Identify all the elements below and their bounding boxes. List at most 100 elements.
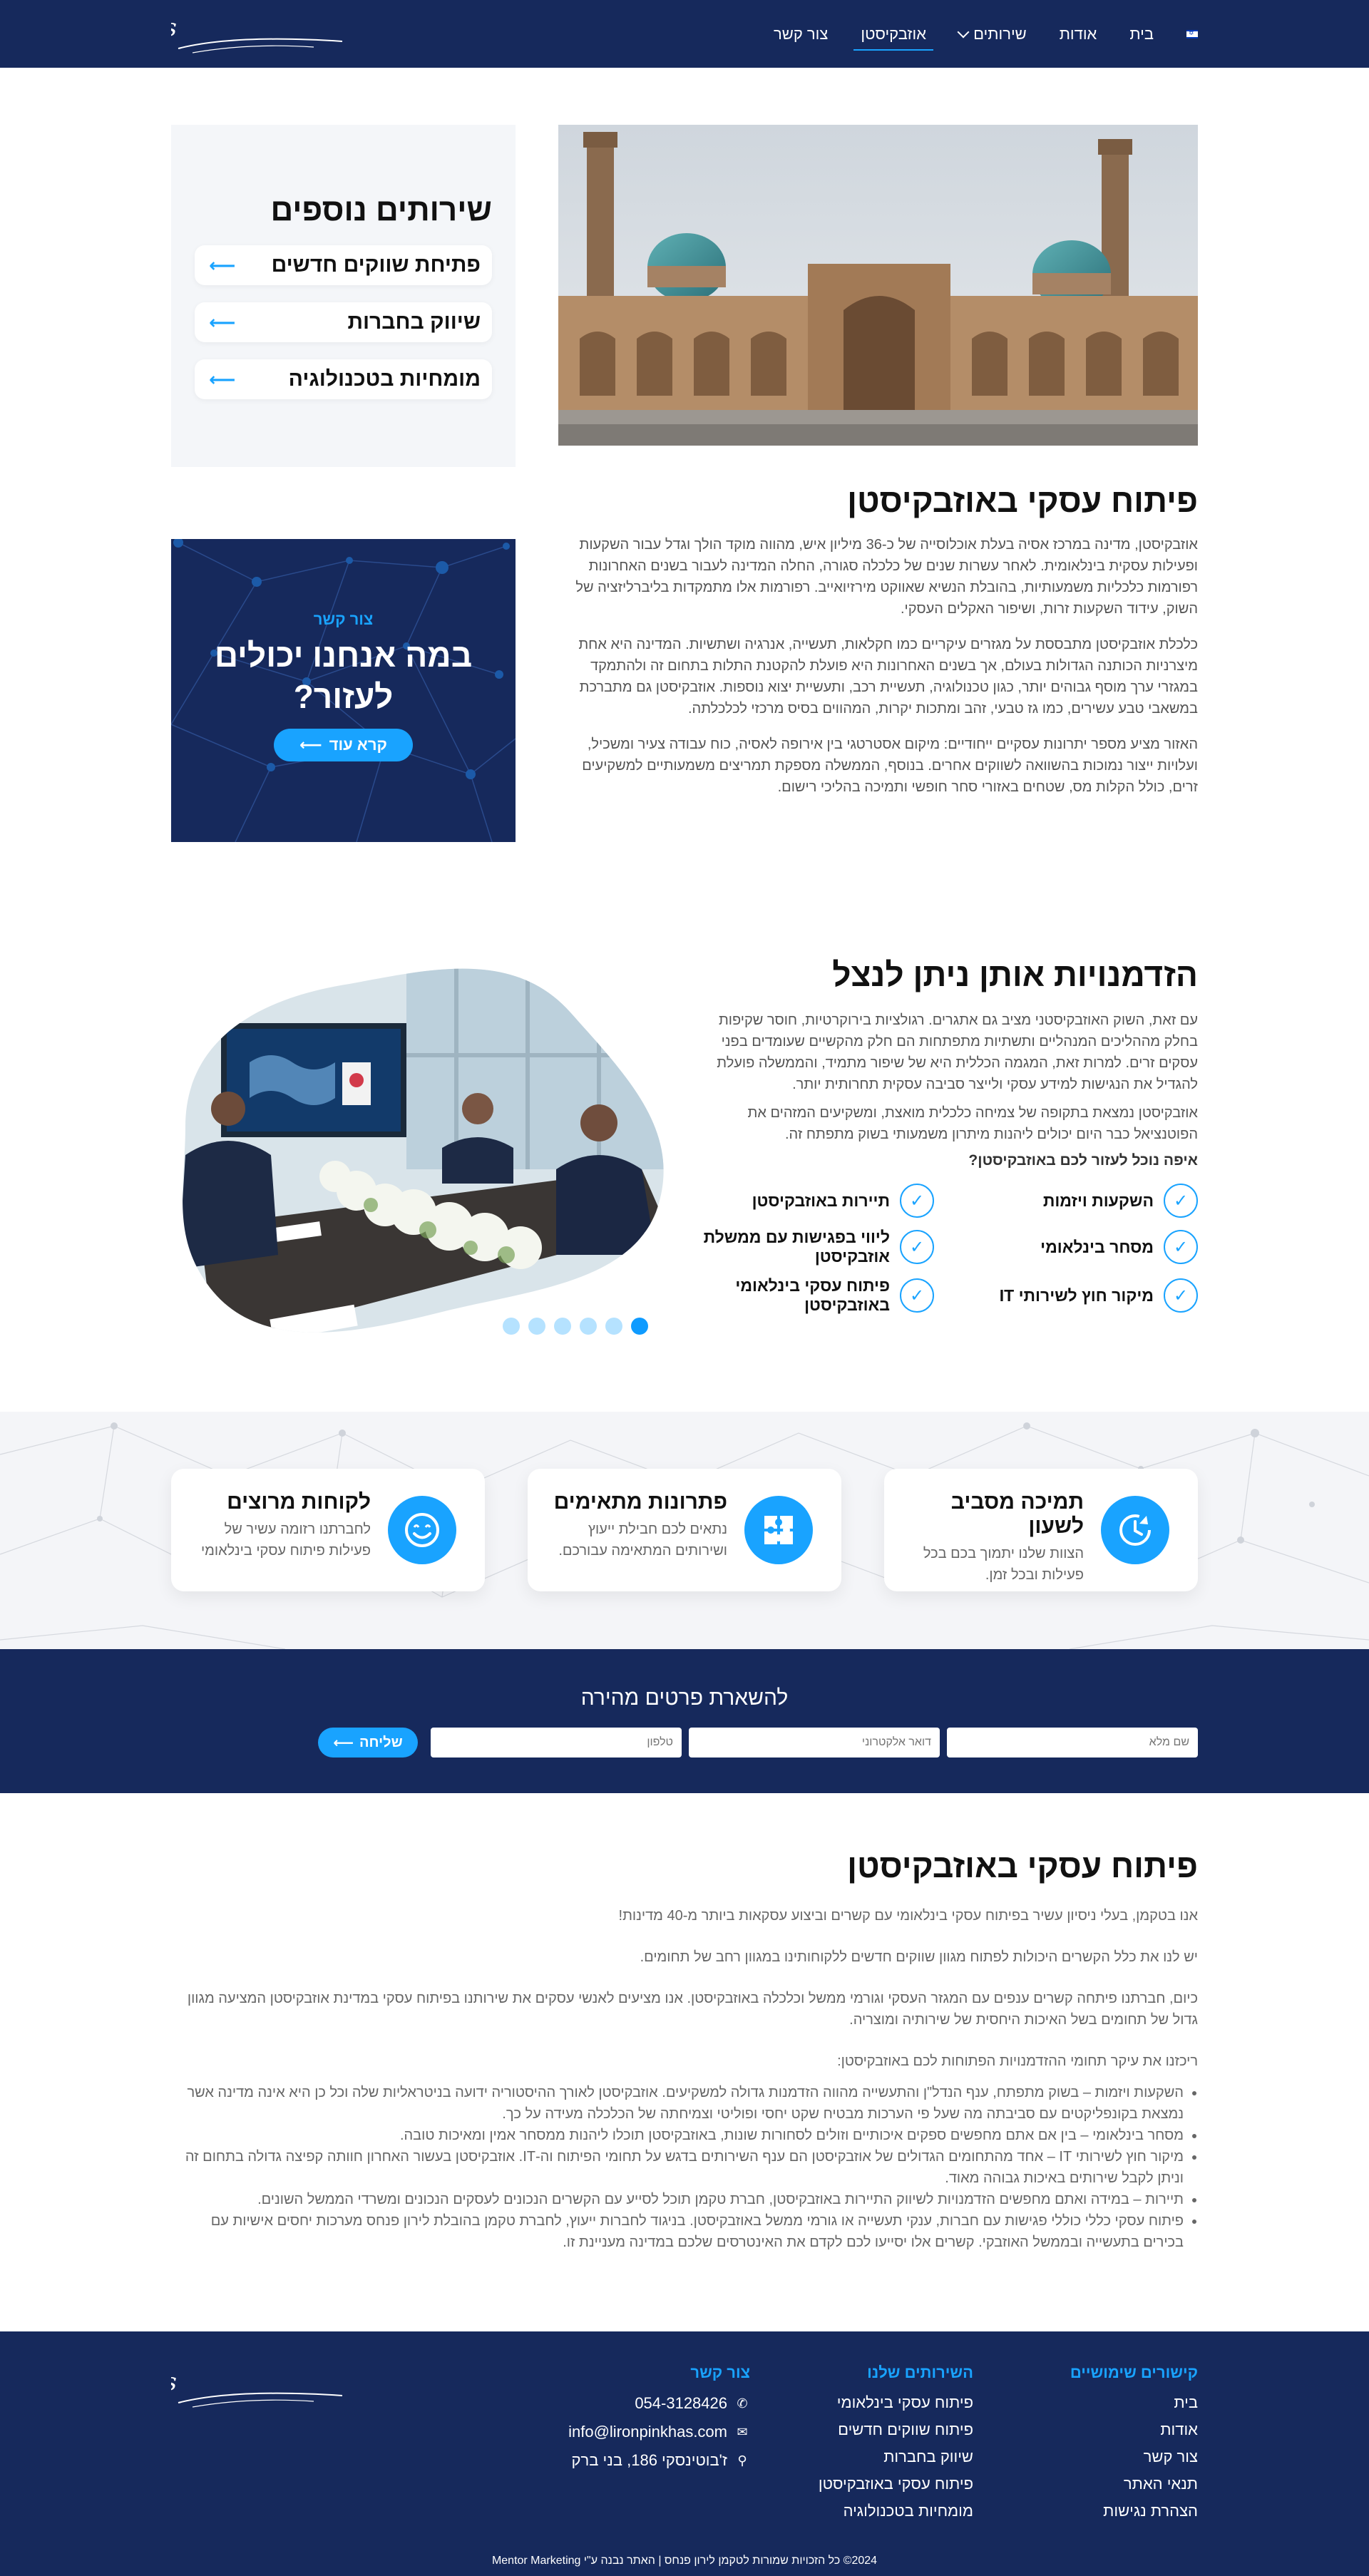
footer-logo[interactable]: Liron Pinkhas: [6, 2360, 349, 2417]
list-item: פיתוח עסקי כללי כוללי פגישות עם חברות, ע…: [171, 2210, 1184, 2253]
footer-link-accessibility[interactable]: הצהרת נגישות: [1070, 2498, 1198, 2525]
nav-home[interactable]: בית: [1129, 25, 1154, 43]
copyright: 2024© כל הזכויות שמורות לטקמן לירון פנחס…: [491, 2555, 878, 2567]
submit-button[interactable]: שליחה ⟵: [318, 1728, 418, 1757]
email-text: info@lironpinkhas.com: [568, 2423, 727, 2441]
paragraph: כיום, חברתנו פיתחה קשרים ענפים עם המגזר …: [187, 1991, 1198, 2028]
opportunities-section: הזדמנויות אותן ניתן לנצל עם זאת, השוק הא…: [684, 955, 1198, 1315]
phone-input[interactable]: [431, 1728, 682, 1757]
puzzle-icon: [744, 1496, 813, 1564]
form-title: להשארת פרטים מהירה: [580, 1686, 789, 1710]
service-link-marketing[interactable]: שיווק בחברות ⟵: [195, 302, 492, 342]
meeting-image-slider[interactable]: [171, 955, 667, 1344]
chevron-down-icon: [957, 26, 970, 38]
feature-text: הצוות שלנו יתמוך בכם בכל פעילות ובכל זמן…: [923, 1546, 1084, 1583]
list-item: תיירות – במידה ואתם מחפשים הזדמנויות לשי…: [171, 2189, 1184, 2210]
paragraph: עם זאת, השוק האוזבקיסטני מציב גם אתגרים.…: [717, 1012, 1198, 1092]
feature-card-support: תמיכה מסביב לשעון הצוות שלנו יתמוך בכם ב…: [884, 1469, 1198, 1591]
footer-column-title: צור קשר: [690, 2364, 750, 2381]
cta-heading-line1: במה אנחנו יכולים: [214, 637, 473, 674]
phone-text: 054-3128426: [635, 2394, 727, 2412]
logo-text: Liron Pinkhas: [171, 14, 177, 42]
arrow-left-icon: ⟵: [209, 368, 236, 390]
footer-email[interactable]: ✉ info@lironpinkhas.com: [568, 2418, 750, 2446]
paragraph: אוזבקיסטן נמצאת בתקופה של צמיחה כלכלית מ…: [747, 1105, 1198, 1142]
site-header: Liron Pinkhas בית אודות שירותים אוזבקיסט…: [0, 0, 1369, 68]
slider-dots: [503, 1318, 648, 1335]
nav-label: אודות: [1059, 24, 1097, 43]
site-logo[interactable]: Liron Pinkhas: [6, 6, 349, 63]
footer-link-service[interactable]: מומחיות בטכנולוגיה: [819, 2498, 973, 2525]
checklist-label: מסחר בינלאומי: [1040, 1237, 1154, 1256]
footer-link-home[interactable]: בית: [1070, 2389, 1198, 2416]
service-link-new-markets[interactable]: פתיחת שווקים חדשים ⟵: [195, 245, 492, 285]
footer-link-service[interactable]: פיתוח עסקי באוזבקיסטן: [819, 2470, 973, 2498]
quick-contact-form: להשארת פרטים מהירה שליחה ⟵: [0, 1649, 1369, 1793]
paragraph: ריכזנו את עיקר תחומי ההזדמנויות הפתוחות …: [837, 2053, 1198, 2069]
paragraph: האזור מציע מספר יתרונות עסקיים ייחודיים:…: [582, 737, 1198, 795]
language-flag-icon[interactable]: [1186, 29, 1198, 39]
slider-dot[interactable]: [503, 1318, 520, 1335]
read-more-label: קרא עוד: [329, 736, 387, 754]
nav-label: אוזבקיסטן: [861, 24, 927, 43]
nav-contact[interactable]: צור קשר: [774, 25, 828, 43]
checklist-label: ליווי בפגישות עם ממשלת אוזבקיסטן: [703, 1228, 890, 1266]
footer-address: ⚲ ז'בוטינסקי 186, בני ברק: [568, 2446, 750, 2475]
footer-link-service[interactable]: פיתוח עסקי בינלאומי: [819, 2389, 973, 2416]
cta-eyebrow: צור קשר: [313, 610, 374, 628]
address-text: ז'בוטינסקי 186, בני ברק: [571, 2451, 727, 2469]
section-title: פיתוח עסקי באוזבקיסטן: [847, 1847, 1198, 1884]
opportunities-title: הזדמנויות אותן ניתן לנצל: [832, 956, 1198, 993]
feature-card-solutions: פתרונות מתאימים נתאים לכם חבילת ייעוץ וש…: [528, 1469, 841, 1591]
footer-link-service[interactable]: שיווק בחברות: [819, 2443, 973, 2470]
paragraph: כלכלת אוזבקיסטן מתבססת על מגזרים עיקריים…: [578, 637, 1198, 717]
full-name-input[interactable]: [947, 1728, 1198, 1757]
business-development-details: פיתוח עסקי באוזבקיסטן אנו בטקמן, בעלי ני…: [171, 1847, 1198, 2253]
email-input[interactable]: [689, 1728, 940, 1757]
hero-mosque-image: [558, 125, 1198, 446]
service-link-technology[interactable]: מומחיות בטכנולוגיה ⟵: [195, 359, 492, 399]
arrow-left-icon: ⟵: [333, 1735, 354, 1751]
logo-signature: Liron Pinkhas: [6, 2368, 343, 2408]
slider-dot[interactable]: [554, 1318, 571, 1335]
footer-contact: צור קשר ✆ 054-3128426 ✉ info@lironpinkhas.…: [568, 2364, 750, 2475]
footer-column-title: השירותים שלנו: [867, 2364, 973, 2381]
help-cta-box: צור קשר במה אנחנו יכולים לעזור? קרא עוד …: [171, 539, 516, 842]
footer-link-about[interactable]: אודות: [1070, 2416, 1198, 2443]
nav-uzbekistan[interactable]: אוזבקיסטן: [853, 24, 933, 51]
checklist-item: ✓ מיקור חוץ לשירותי IT: [948, 1276, 1198, 1315]
feature-text: לחברתנו רזומה עשיר של פעילות פיתוח עסקי …: [200, 1522, 371, 1559]
checklist-item: ✓ מסחר בינלאומי: [948, 1228, 1198, 1266]
footer-link-service[interactable]: פיתוח שווקים חדשים: [819, 2416, 973, 2443]
footer-link-contact[interactable]: צור קשר: [1070, 2443, 1198, 2470]
features-section: תמיכה מסביב לשעון הצוות שלנו יתמוך בכם ב…: [0, 1412, 1369, 1649]
checklist-label: השקעות ויזמות: [1042, 1191, 1154, 1210]
arrow-left-icon: ⟵: [299, 736, 322, 754]
phone-icon: ✆: [737, 2396, 748, 2411]
slider-dot[interactable]: [580, 1318, 597, 1335]
service-link-label: פתיחת שווקים חדשים: [271, 253, 481, 277]
feature-text: נתאים לכם חבילת ייעוץ ושירותים המתאימה ע…: [558, 1522, 727, 1559]
slider-dot[interactable]: [528, 1318, 545, 1335]
map-pin-icon: ⚲: [737, 2453, 747, 2468]
footer-phone[interactable]: ✆ 054-3128426: [568, 2389, 750, 2418]
nav-about[interactable]: אודות: [1060, 25, 1097, 43]
check-icon: ✓: [1164, 1230, 1198, 1264]
nav-services[interactable]: שירותים: [957, 24, 1027, 43]
main-nav: בית אודות שירותים אוזבקיסטן צור קשר: [774, 0, 1198, 68]
read-more-button[interactable]: קרא עוד ⟵: [274, 729, 413, 761]
nav-label: צור קשר: [774, 24, 829, 43]
form-fields: שליחה ⟵: [318, 1728, 1198, 1757]
more-services-title: שירותים נוספים: [270, 193, 492, 227]
feature-title: תמיכה מסביב לשעון: [950, 1490, 1084, 1538]
check-icon: ✓: [900, 1184, 934, 1218]
paragraph: אוזבקיסטן, מדינה במרכז אסיה בעלת אוכלוסי…: [575, 537, 1198, 617]
feature-card-clients: לקוחות מרוצים לחברתנו רזומה עשיר של פעיל…: [171, 1469, 485, 1591]
footer-link-terms[interactable]: תנאי האתר: [1070, 2470, 1198, 2498]
footer-useful-links: קישורים שימושיים בית אודות צור קשר תנאי …: [1070, 2364, 1198, 2525]
list-item: מיקור חוץ לשירותי IT – אחד מהתחומים הגדו…: [171, 2146, 1184, 2189]
nav-label: שירותים: [973, 24, 1027, 43]
slider-dot[interactable]: [605, 1318, 622, 1335]
submit-label: שליחה: [359, 1734, 403, 1750]
slider-dot-active[interactable]: [631, 1318, 648, 1335]
